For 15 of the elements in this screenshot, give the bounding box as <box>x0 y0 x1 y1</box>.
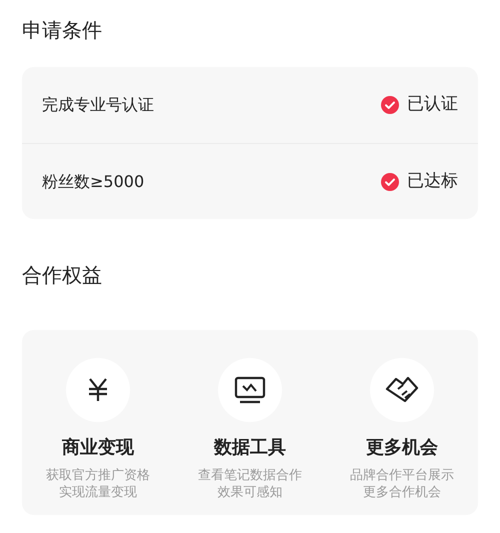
status-text: 已认证 <box>407 93 458 116</box>
status-text: 已达标 <box>407 170 458 193</box>
benefit-description: 品牌合作平台展示 更多合作机会 <box>350 467 454 501</box>
requirement-label: 粉丝数≥5000 <box>42 170 144 192</box>
monitor-icon <box>234 376 266 404</box>
handshake-icon <box>385 375 419 405</box>
benefit-description: 获取官方推广资格 实现流量变现 <box>46 467 150 501</box>
yen-icon <box>87 378 109 402</box>
benefit-title: 商业变现 <box>62 436 134 460</box>
requirement-label: 完成专业号认证 <box>42 94 154 116</box>
benefit-title: 数据工具 <box>214 436 286 460</box>
section-heading: 申请条件 <box>22 20 103 40</box>
benefit-description: 查看笔记数据合作 效果可感知 <box>198 467 302 501</box>
section-heading: 合作权益 <box>22 264 102 284</box>
benefit-title: 更多机会 <box>366 436 438 460</box>
